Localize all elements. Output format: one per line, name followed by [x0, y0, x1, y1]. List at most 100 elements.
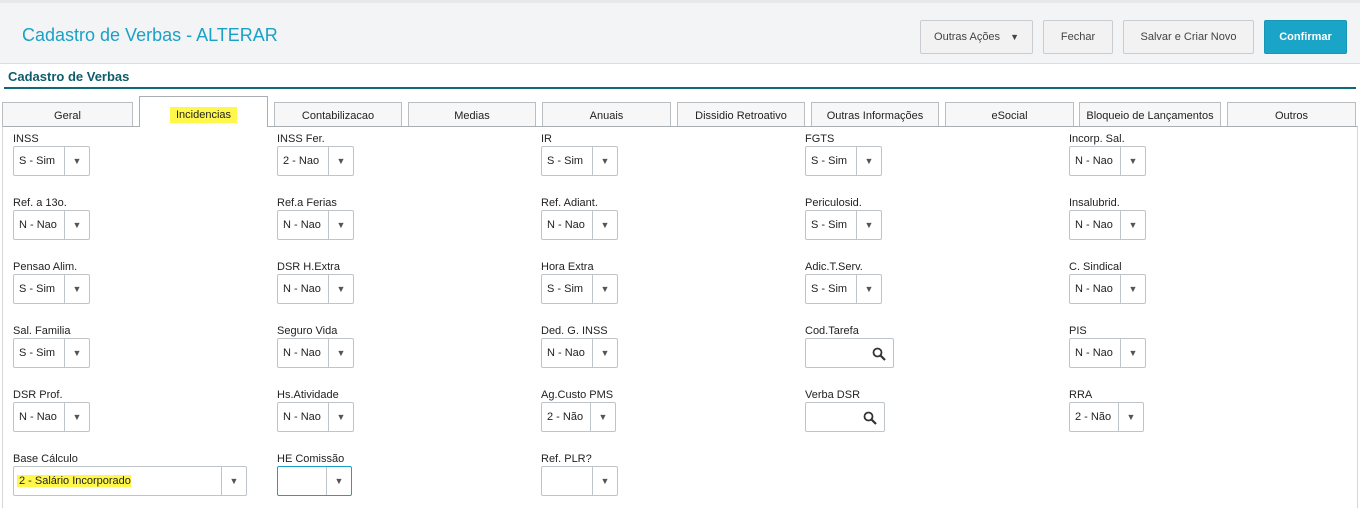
chevron-down-icon: ▼ [592, 211, 617, 239]
fgts-select[interactable]: S - Sim ▼ [805, 146, 882, 176]
outras-acoes-label: Outras Ações [934, 31, 1001, 43]
periculosid-select[interactable]: S - Sim ▼ [805, 210, 882, 240]
cod-tarefa-input[interactable] [805, 338, 894, 368]
tab-incidencias[interactable]: Incidencias [139, 96, 268, 127]
dsr-prof-select[interactable]: N - Nao ▼ [13, 402, 90, 432]
outras-acoes-button[interactable]: Outras Ações ▼ [920, 20, 1033, 54]
verba-dsr-input[interactable] [805, 402, 885, 432]
chevron-down-icon: ▼ [64, 275, 89, 303]
tab-outros[interactable]: Outros [1227, 102, 1356, 126]
section-title: Cadastro de Verbas [8, 69, 130, 84]
tab-contabilizacao[interactable]: Contabilizacao [274, 102, 402, 126]
hora-extra-value: S - Sim [547, 283, 584, 295]
tab-bloqueio-lancamentos[interactable]: Bloqueio de Lançamentos [1079, 102, 1221, 126]
pensao-alim-value: S - Sim [19, 283, 56, 295]
sal-familia-select[interactable]: S - Sim ▼ [13, 338, 90, 368]
seguro-vida-select[interactable]: N - Nao ▼ [277, 338, 354, 368]
salvar-criar-novo-button[interactable]: Salvar e Criar Novo [1123, 20, 1254, 54]
periculosid-value: S - Sim [811, 219, 848, 231]
page-header: Cadastro de Verbas - ALTERAR Outras Açõe… [0, 0, 1360, 64]
ded-g-inss-select[interactable]: N - Nao ▼ [541, 338, 618, 368]
chevron-down-icon: ▼ [1120, 147, 1145, 175]
base-calculo-label: Base Cálculo [13, 453, 78, 465]
pis-value: N - Nao [1075, 347, 1113, 359]
chevron-down-icon: ▼ [1118, 403, 1143, 431]
seguro-vida-label: Seguro Vida [277, 325, 338, 337]
ded-g-inss-label: Ded. G. INSS [541, 325, 608, 337]
ded-g-inss-value: N - Nao [547, 347, 585, 359]
search-icon[interactable] [863, 411, 877, 425]
inss-fer-select[interactable]: 2 - Nao ▼ [277, 146, 354, 176]
pis-select[interactable]: N - Nao ▼ [1069, 338, 1146, 368]
sal-familia-label: Sal. Familia [13, 325, 71, 337]
ir-value: S - Sim [547, 155, 584, 167]
ref-13-label: Ref. a 13o. [13, 197, 67, 209]
pensao-alim-label: Pensao Alim. [13, 261, 78, 273]
chevron-down-icon: ▼ [64, 211, 89, 239]
ir-select[interactable]: S - Sim ▼ [541, 146, 618, 176]
chevron-down-icon: ▼ [592, 275, 617, 303]
pis-label: PIS [1069, 325, 1087, 337]
ref-13-value: N - Nao [19, 219, 57, 231]
rra-select[interactable]: 2 - Não ▼ [1069, 402, 1144, 432]
hs-atividade-value: N - Nao [283, 411, 321, 423]
insalubrid-value: N - Nao [1075, 219, 1113, 231]
c-sindical-value: N - Nao [1075, 283, 1113, 295]
confirmar-button[interactable]: Confirmar [1264, 20, 1347, 54]
chevron-down-icon: ▼ [328, 147, 353, 175]
adic-tserv-value: S - Sim [811, 283, 848, 295]
ref-ferias-select[interactable]: N - Nao ▼ [277, 210, 354, 240]
hora-extra-select[interactable]: S - Sim ▼ [541, 274, 618, 304]
dsr-prof-value: N - Nao [19, 411, 57, 423]
tab-esocial[interactable]: eSocial [945, 102, 1074, 126]
ref-adiant-select[interactable]: N - Nao ▼ [541, 210, 618, 240]
inss-label: INSS [13, 133, 39, 145]
inss-select[interactable]: S - Sim ▼ [13, 146, 90, 176]
he-comissao-select[interactable]: ▼ [277, 466, 352, 496]
c-sindical-select[interactable]: N - Nao ▼ [1069, 274, 1146, 304]
fgts-value: S - Sim [811, 155, 848, 167]
c-sindical-label: C. Sindical [1069, 261, 1122, 273]
chevron-down-icon: ▼ [1120, 211, 1145, 239]
tab-medias[interactable]: Medias [408, 102, 536, 126]
chevron-down-icon: ▼ [856, 275, 881, 303]
tab-dissidio-retroativo[interactable]: Dissidio Retroativo [677, 102, 805, 126]
hs-atividade-select[interactable]: N - Nao ▼ [277, 402, 354, 432]
adic-tserv-select[interactable]: S - Sim ▼ [805, 274, 882, 304]
search-icon[interactable] [872, 347, 886, 361]
incorp-sal-select[interactable]: N - Nao ▼ [1069, 146, 1146, 176]
fechar-button[interactable]: Fechar [1043, 20, 1113, 54]
ref-ferias-label: Ref.a Ferias [277, 197, 337, 209]
ref-plr-select[interactable]: ▼ [541, 466, 618, 496]
ag-custo-pms-value: 2 - Não [547, 411, 584, 423]
tab-anuais[interactable]: Anuais [542, 102, 671, 126]
insalubrid-label: Insalubrid. [1069, 197, 1120, 209]
chevron-down-icon: ▼ [64, 339, 89, 367]
chevron-down-icon: ▼ [856, 211, 881, 239]
chevron-down-icon: ▼ [328, 211, 353, 239]
ref-adiant-label: Ref. Adiant. [541, 197, 598, 209]
incorp-sal-value: N - Nao [1075, 155, 1113, 167]
tab-geral[interactable]: Geral [2, 102, 133, 126]
caret-down-icon: ▼ [1010, 32, 1019, 42]
pensao-alim-select[interactable]: S - Sim ▼ [13, 274, 90, 304]
ag-custo-pms-select[interactable]: 2 - Não ▼ [541, 402, 616, 432]
ag-custo-pms-label: Ag.Custo PMS [541, 389, 614, 401]
he-comissao-label: HE Comissão [277, 453, 345, 465]
ref-adiant-value: N - Nao [547, 219, 585, 231]
inss-fer-value: 2 - Nao [283, 155, 320, 167]
insalubrid-select[interactable]: N - Nao ▼ [1069, 210, 1146, 240]
page-title: Cadastro de Verbas - ALTERAR [22, 25, 278, 45]
tab-outras-informacoes[interactable]: Outras Informações [811, 102, 939, 126]
ref-13-select[interactable]: N - Nao ▼ [13, 210, 90, 240]
fgts-label: FGTS [805, 133, 835, 145]
periculosid-label: Periculosid. [805, 197, 862, 209]
base-calculo-select[interactable]: 2 - Salário Incorporado ▼ [13, 466, 247, 496]
chevron-down-icon: ▼ [592, 467, 617, 495]
chevron-down-icon: ▼ [328, 403, 353, 431]
chevron-down-icon: ▼ [1120, 339, 1145, 367]
ref-plr-label: Ref. PLR? [541, 453, 592, 465]
dsr-hextra-select[interactable]: N - Nao ▼ [277, 274, 354, 304]
chevron-down-icon: ▼ [328, 275, 353, 303]
chevron-down-icon: ▼ [64, 147, 89, 175]
